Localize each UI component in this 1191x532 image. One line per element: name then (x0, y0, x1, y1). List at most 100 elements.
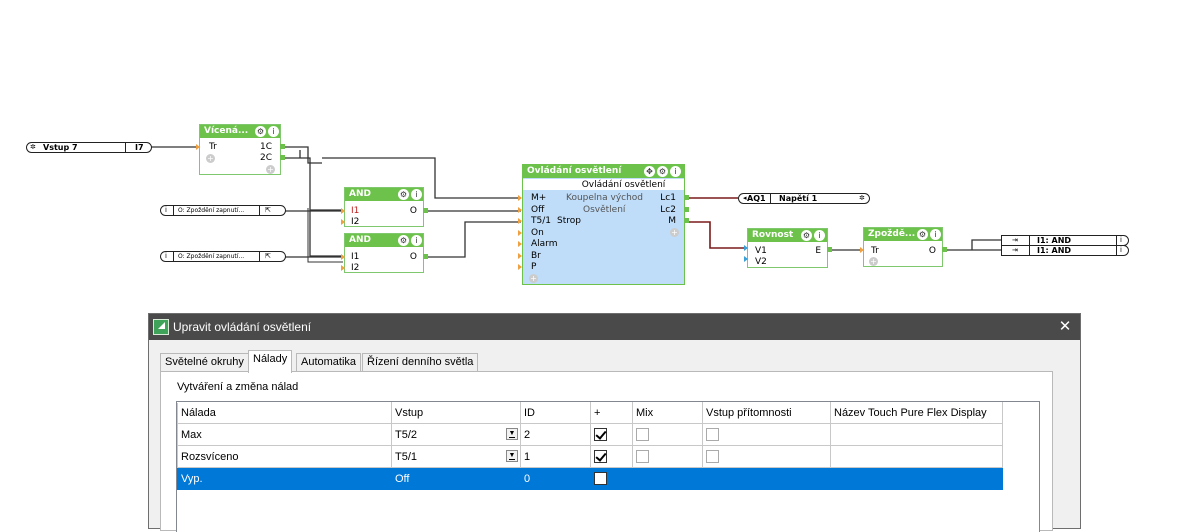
port-in[interactable] (341, 254, 345, 260)
mood-cell[interactable]: Max (177, 423, 392, 446)
plus-checkbox[interactable] (594, 471, 607, 485)
port-in[interactable] (518, 253, 522, 259)
port-out[interactable] (684, 218, 689, 223)
port-out[interactable] (280, 144, 285, 149)
plus-icon[interactable]: + (206, 154, 215, 163)
port-in[interactable] (196, 144, 200, 150)
info-icon[interactable]: i (411, 235, 422, 246)
col-mood[interactable]: Nálada (177, 402, 392, 424)
mood-cell[interactable]: Vyp. (177, 467, 392, 490)
block-lighting-control[interactable]: Ovládání osvětlení ✥ ⚙ i Ovládání osvětl… (522, 164, 685, 285)
tab-daylight-control[interactable]: Řízení denního světla (362, 353, 479, 372)
port-out[interactable] (423, 208, 428, 213)
display-name-cell[interactable] (830, 423, 1003, 446)
gear-icon[interactable]: ⚙ (398, 189, 409, 200)
input-delay-ref-2[interactable]: ⅰ O: Zpoždění zapnutí... ⇱ (160, 251, 286, 262)
port-in[interactable] (518, 264, 522, 270)
port-in[interactable] (518, 218, 522, 224)
info-icon[interactable]: i (411, 189, 422, 200)
port-in[interactable] (518, 241, 522, 247)
input-select[interactable]: T5/1 ▼ (391, 445, 521, 468)
col-id[interactable]: ID (520, 402, 591, 424)
gear-icon[interactable]: ⚙ (255, 126, 266, 137)
col-input[interactable]: Vstup (391, 402, 521, 424)
plus-checkbox[interactable] (594, 449, 607, 463)
block-delay[interactable]: Zpoždě... ⚙ i Tr + O (863, 227, 943, 267)
output-and-ref-2[interactable]: ⇥ I1: AND ⅰ (1001, 245, 1129, 256)
plus-icon[interactable]: + (266, 165, 275, 174)
port-out[interactable] (942, 247, 947, 252)
input-select[interactable]: T5/2 ▼ (391, 423, 521, 446)
gear-icon[interactable]: ⚙ (801, 230, 812, 241)
mix-checkbox[interactable] (636, 449, 649, 463)
port-in[interactable] (341, 265, 345, 271)
plus-checkbox[interactable] (594, 427, 607, 441)
port-in[interactable] (744, 256, 748, 262)
id-cell[interactable]: 2 (520, 423, 591, 446)
port-in[interactable] (341, 219, 345, 225)
dialog-title-bar[interactable]: Upravit ovládání osvětlení ✕ (149, 314, 1080, 340)
port-out[interactable] (684, 207, 689, 212)
presence-cell[interactable] (702, 445, 831, 468)
port-in[interactable] (518, 207, 522, 213)
close-icon[interactable]: ✕ (1050, 314, 1080, 340)
info-icon[interactable]: i (670, 166, 681, 177)
display-name-cell[interactable] (830, 467, 1003, 490)
id-cell[interactable]: 0 (520, 467, 591, 490)
gear-icon[interactable]: ⚙ (917, 229, 928, 240)
dropdown-arrow-icon[interactable]: ▼ (506, 450, 518, 462)
block-stairwell-switch[interactable]: Vícená... ⚙ i Tr + 1C 2C + (199, 124, 281, 175)
input-delay-ref-1[interactable]: ⅰ O: Zpoždění zapnutí... ⇱ (160, 205, 286, 216)
presence-cell[interactable] (702, 423, 831, 446)
plus-icon[interactable]: + (869, 257, 878, 266)
info-icon[interactable]: i (930, 229, 941, 240)
block-equality[interactable]: Rovnost ⚙ i V1 V2 E (747, 228, 828, 268)
port-in[interactable] (518, 230, 522, 236)
port-out[interactable] (684, 195, 689, 200)
port-out[interactable] (827, 247, 832, 252)
plus-icon[interactable]: + (529, 274, 538, 283)
info-icon: ⅰ (165, 206, 167, 214)
info-icon[interactable]: i (814, 230, 825, 241)
port-in[interactable] (518, 195, 522, 201)
input-cell[interactable]: Off (391, 467, 521, 490)
tab-moods[interactable]: Nálady (248, 350, 293, 373)
plus-cell[interactable] (590, 467, 633, 490)
gear-icon[interactable]: ⚙ (398, 235, 409, 246)
table-row[interactable]: Rozsvíceno T5/1 ▼ 1 (177, 445, 1003, 468)
info-icon[interactable]: i (268, 126, 279, 137)
mood-cell[interactable]: Rozsvíceno (177, 445, 392, 468)
col-presence[interactable]: Vstup přítomnosti (702, 402, 831, 424)
block-and-1[interactable]: AND ⚙ i I1 I2 O (344, 187, 424, 227)
id-cell[interactable]: 1 (520, 445, 591, 468)
output-aq1[interactable]: ◂ AQ1 Napětí 1 ✲ (738, 193, 870, 204)
port-out[interactable] (280, 155, 285, 160)
table-row[interactable]: Max T5/2 ▼ 2 (177, 423, 1003, 446)
block-and-2[interactable]: AND ⚙ i I1 I2 O (344, 233, 424, 273)
plus-cell[interactable] (590, 423, 633, 446)
moods-table[interactable]: Nálada Vstup ID + Mix Vstup přítomnosti … (176, 401, 1040, 532)
table-row-selected[interactable]: Vyp. Off 0 (177, 467, 1003, 490)
port-in[interactable] (341, 208, 345, 214)
col-mix[interactable]: Mix (632, 402, 703, 424)
gear-icon[interactable]: ⚙ (657, 166, 668, 177)
plus-icon[interactable]: + (670, 228, 679, 237)
mix-cell[interactable] (632, 423, 703, 446)
col-plus[interactable]: + (590, 402, 633, 424)
mix-checkbox[interactable] (636, 427, 649, 441)
col-display-name[interactable]: Název Touch Pure Flex Display (830, 402, 1003, 424)
group-label: Vytváření a změna nálad (177, 381, 299, 393)
port-in[interactable] (860, 247, 864, 253)
move-icon[interactable]: ✥ (644, 166, 655, 177)
display-name-cell[interactable] (830, 445, 1003, 468)
plus-cell[interactable] (590, 445, 633, 468)
mix-cell[interactable] (632, 445, 703, 468)
presence-checkbox[interactable] (706, 427, 719, 441)
dropdown-arrow-icon[interactable]: ▼ (506, 428, 518, 440)
input-vstup7[interactable]: ✲ Vstup 7 I7 (26, 142, 152, 153)
presence-checkbox[interactable] (706, 449, 719, 463)
tab-light-circuits[interactable]: Světelné okruhy (160, 353, 249, 372)
port-out[interactable] (423, 254, 428, 259)
port-in[interactable] (744, 245, 748, 251)
tab-automation[interactable]: Automatika (296, 353, 362, 372)
